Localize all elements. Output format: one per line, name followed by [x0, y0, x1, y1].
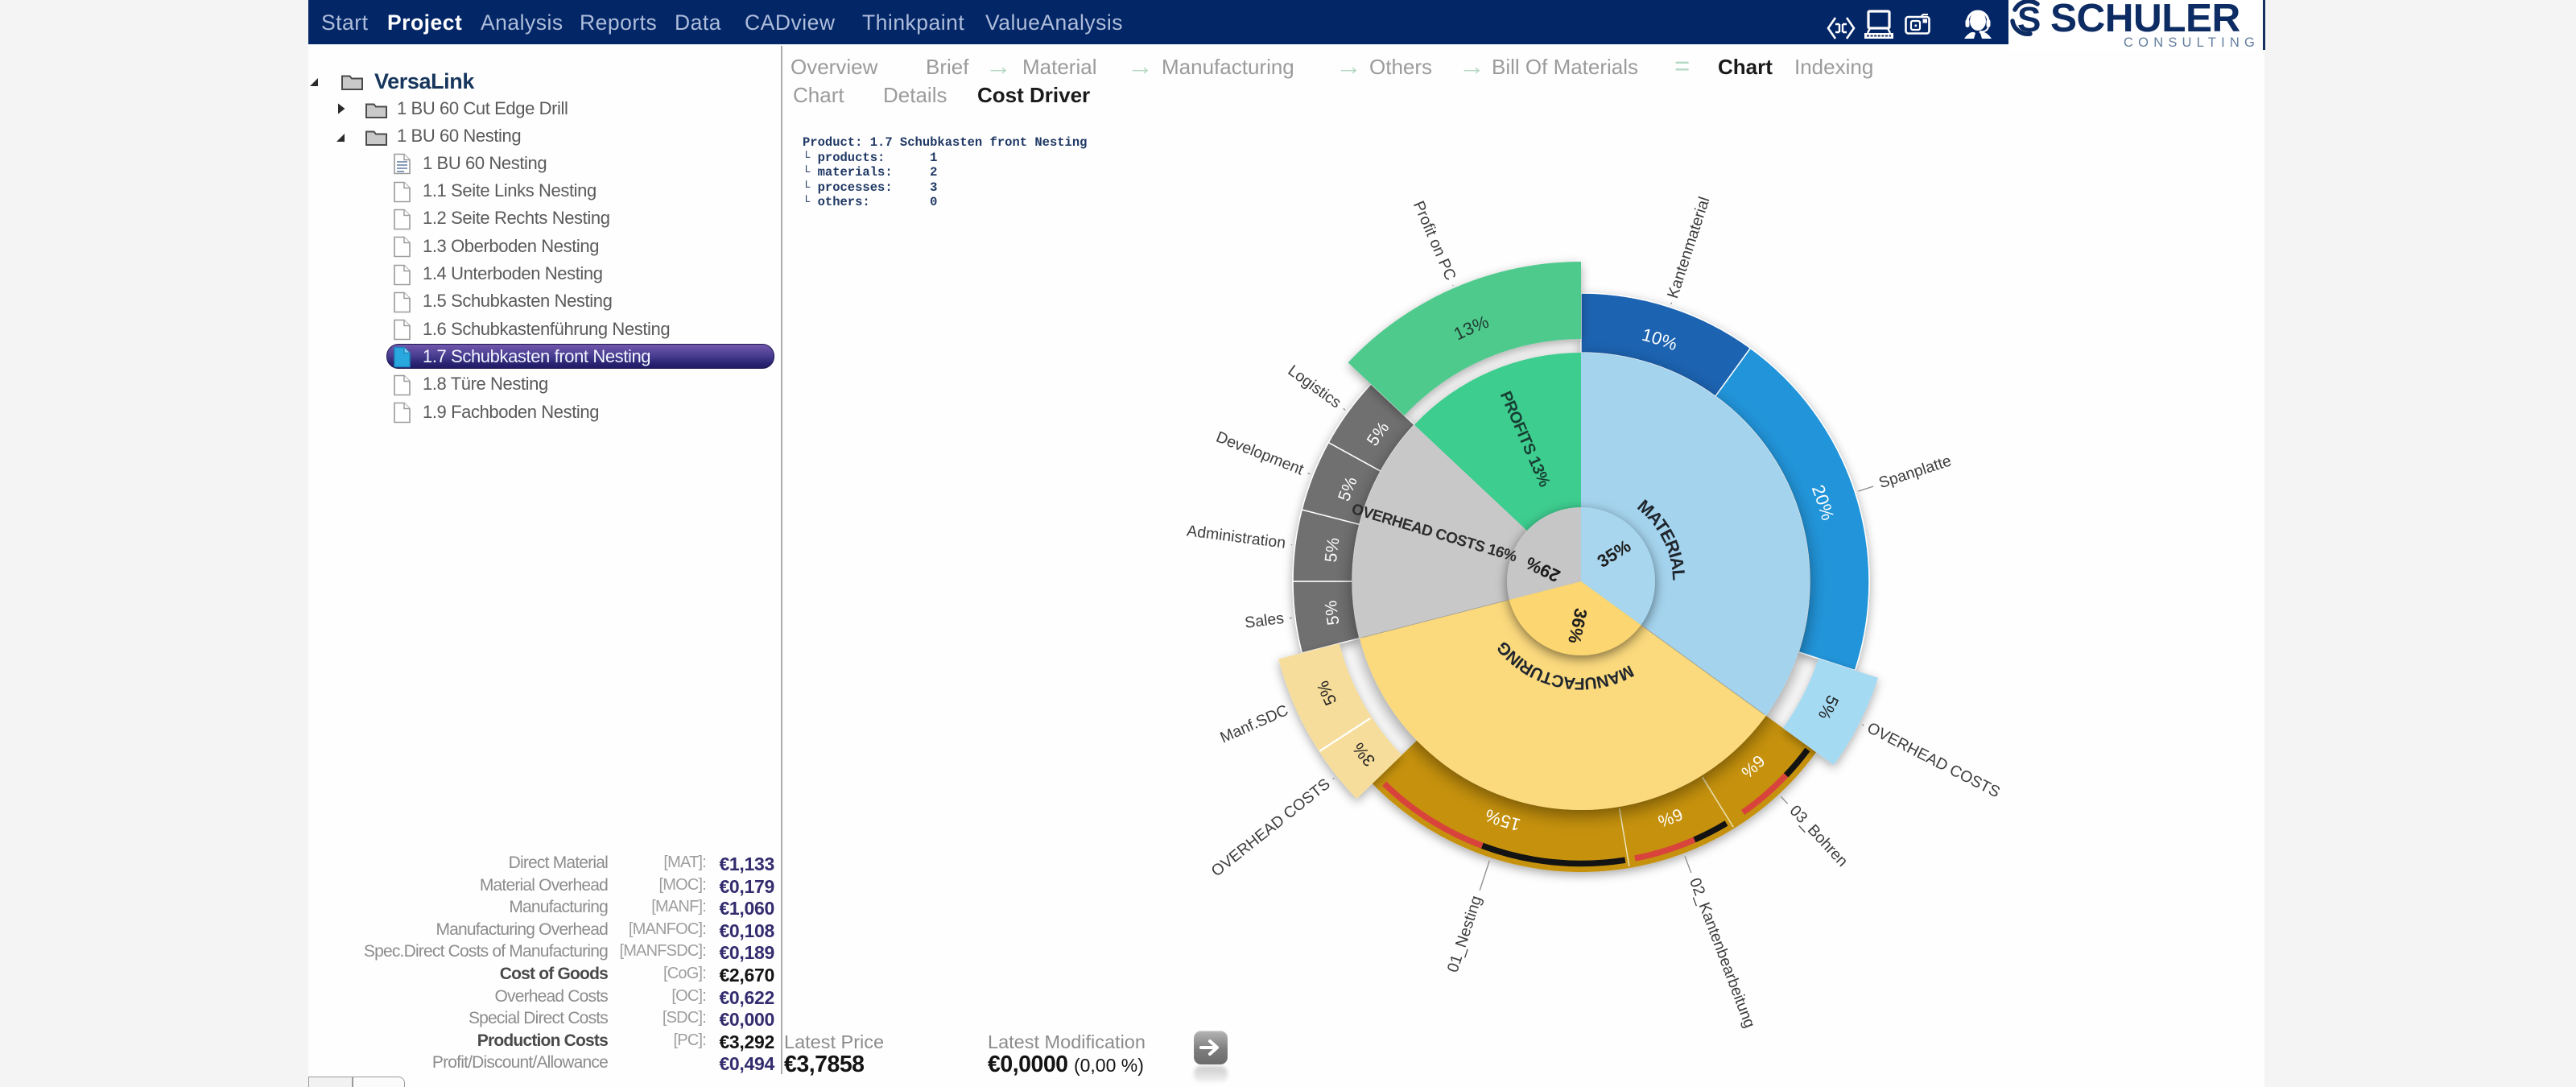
svg-text:5%: 5%	[1322, 600, 1344, 626]
svg-text:Administration: Administration	[1186, 522, 1286, 552]
svg-text:Manf.SDC: Manf.SDC	[1217, 701, 1290, 746]
svg-text:Logistics: Logistics	[1285, 362, 1345, 412]
svg-text:5%: 5%	[1322, 536, 1344, 563]
svg-text:CONSULTING: CONSULTING	[2124, 35, 2260, 50]
svg-text:Spanplatte: Spanplatte	[1876, 452, 1953, 492]
svg-text:Kantenmaterial: Kantenmaterial	[1664, 195, 1713, 301]
svg-text:OVERHEAD COSTS: OVERHEAD COSTS	[1864, 719, 2003, 801]
svg-text:Sales: Sales	[1244, 610, 1285, 632]
svg-text:S: S	[2017, 0, 2041, 39]
svg-text:Development: Development	[1214, 428, 1307, 479]
svg-text:SCHULER: SCHULER	[2050, 0, 2240, 40]
svg-text:Profit on PC: Profit on PC	[1410, 198, 1459, 283]
